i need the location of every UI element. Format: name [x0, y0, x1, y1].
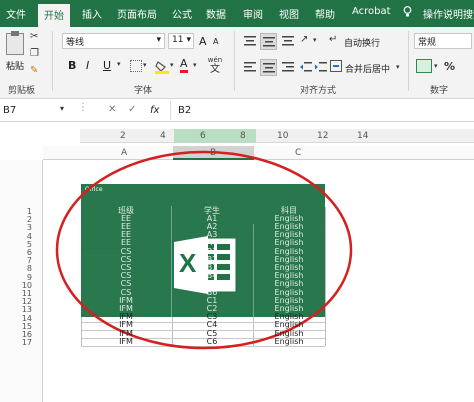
table-cell[interactable]: English	[249, 304, 329, 313]
table-cell[interactable]: C6	[172, 337, 252, 346]
table-cell[interactable]: IFM	[86, 304, 166, 313]
table-cell[interactable]: English	[249, 337, 329, 346]
table-cell[interactable]: IFM	[86, 337, 166, 346]
table-cell[interactable]: C2	[172, 304, 252, 313]
